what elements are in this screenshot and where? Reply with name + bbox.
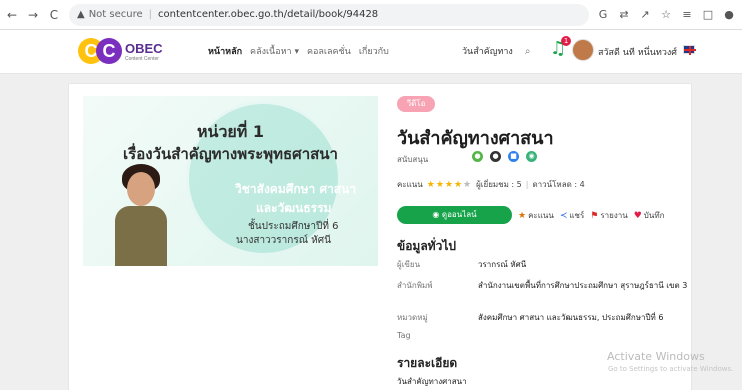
logo-text: OBEC bbox=[125, 40, 163, 56]
author-value: วรากรณ์ หัศนี bbox=[478, 260, 527, 269]
site-header: CC OBEC Content Center หน้าหลัก คลังเนื้… bbox=[0, 30, 742, 74]
type-badge: วีดีโอ bbox=[397, 96, 435, 112]
description-text: วันสำคัญทางศาสนา bbox=[397, 377, 467, 386]
profile-icon[interactable]: ● bbox=[722, 8, 736, 21]
address-bar[interactable]: ▲ Not secure | contentcenter.obec.go.th/… bbox=[69, 3, 589, 26]
cover-level: ชั้นประถมศึกษาปีที่ 6 bbox=[248, 221, 339, 232]
windows-icon: ■ bbox=[508, 151, 519, 162]
back-icon[interactable]: ← bbox=[3, 8, 21, 22]
web-icon: ◉ bbox=[526, 151, 537, 162]
nav-collections[interactable]: คอลเลคชั่น bbox=[307, 44, 351, 58]
share-button[interactable]: ≺ แชร์ bbox=[560, 209, 584, 222]
general-info-title: ข้อมูลทั่วไป bbox=[397, 239, 456, 253]
share-icon: ≺ bbox=[559, 210, 568, 221]
logo-subtext: Content Center bbox=[125, 55, 159, 62]
watch-online-label: ดูออนไลน์ bbox=[441, 210, 477, 219]
publisher-label: สำนักพิมพ์ bbox=[397, 281, 433, 290]
tab-search-icon[interactable]: □ bbox=[701, 8, 715, 21]
rating-label: คะแนน bbox=[397, 180, 423, 189]
cover-image: หน่วยที่ 1 เรื่องวันสำคัญทางพระพุทธศาสนา… bbox=[83, 96, 378, 266]
activate-windows-subtitle: Go to Settings to activate Windows. bbox=[608, 365, 734, 373]
action-bar: ◉ ดูออนไลน์ ★ คะแนน ≺ แชร์ ⚑ รายงาน ♥ บันทึก bbox=[397, 206, 664, 224]
tag-label: Tag bbox=[397, 331, 411, 340]
search-input[interactable]: วันสำคัญทาง bbox=[462, 44, 513, 58]
security-label: Not secure bbox=[88, 9, 143, 20]
cover-subject: วิชาสังคมศึกษา ศาสนา bbox=[235, 182, 357, 196]
rate-button[interactable]: ★ คะแนน bbox=[518, 209, 554, 222]
downloads-count: ดาวน์โหลด : 4 bbox=[532, 180, 585, 189]
search-icon[interactable]: ⌕ bbox=[525, 46, 531, 57]
flag-icon: ⚑ bbox=[590, 210, 599, 221]
notification-badge: 1 bbox=[561, 36, 572, 46]
category-label: หมวดหมู่ bbox=[397, 313, 428, 322]
bookmark-star-icon[interactable]: ☆ bbox=[659, 8, 673, 21]
cover-subject-2: และวัฒนธรรม bbox=[256, 201, 332, 215]
activate-windows-title: Activate Windows bbox=[607, 350, 705, 363]
report-button[interactable]: ⚑ รายงาน bbox=[590, 209, 627, 222]
forward-icon[interactable]: → bbox=[24, 8, 42, 22]
android-icon: ● bbox=[472, 151, 483, 162]
nav-about[interactable]: เกี่ยวกับ bbox=[359, 44, 389, 58]
warning-icon: ▲ bbox=[77, 9, 85, 20]
bell-icon[interactable]: ♫ 1 bbox=[550, 36, 572, 59]
description-title: รายละเอียด bbox=[397, 356, 458, 370]
heart-icon: ♥ bbox=[633, 210, 642, 221]
rating-row: คะแนน ★★★★★ ผู้เยี่ยมชม : 5 | ดาวน์โหลด … bbox=[397, 179, 585, 190]
star-icon: ★ bbox=[518, 210, 527, 221]
url-text: contentcenter.obec.go.th/detail/book/944… bbox=[158, 9, 379, 20]
nav-home[interactable]: หน้าหลัก bbox=[208, 44, 242, 58]
teacher-photo bbox=[106, 164, 176, 266]
publisher-value: สำนักงานเขตพื้นที่การศึกษาประถมศึกษา สุร… bbox=[478, 281, 688, 290]
user-greeting[interactable]: สวัสดี นที หนึ่นทวงศ์ bbox=[598, 45, 677, 59]
browser-toolbar: ← → C ▲ Not secure | contentcenter.obec.… bbox=[0, 0, 742, 30]
category-value: สังคมศึกษา ศาสนา และวัฒนธรรม, ประถมศึกษา… bbox=[478, 313, 664, 322]
cover-teacher: นางสาววรากรณ์ หัศนี bbox=[236, 235, 331, 246]
apple-icon: ● bbox=[490, 151, 501, 162]
cover-title-2: เรื่องวันสำคัญทางพระพุทธศาสนา bbox=[123, 145, 338, 163]
main-nav: หน้าหลัก คลังเนื้อหา ▾ คอลเลคชั่น เกี่ยว… bbox=[208, 44, 389, 58]
views-count: ผู้เยี่ยมชม : 5 bbox=[476, 180, 522, 189]
author-label: ผู้เขียน bbox=[397, 260, 421, 269]
uk-flag-icon[interactable] bbox=[683, 45, 696, 55]
platform-icons: ● ● ■ ◉ bbox=[472, 151, 537, 162]
reading-list-icon[interactable]: ≡ bbox=[680, 8, 694, 21]
browser-actions: G ⇄ ↗ ☆ ≡ □ ● bbox=[596, 8, 736, 21]
avatar[interactable] bbox=[572, 39, 594, 61]
translate-icon[interactable]: ⇄ bbox=[617, 8, 631, 21]
google-icon[interactable]: G bbox=[596, 8, 610, 21]
rating-stars: ★★★★★ bbox=[426, 179, 473, 190]
search-box[interactable]: วันสำคัญทาง ⌕ bbox=[462, 41, 552, 61]
watch-online-button[interactable]: ◉ ดูออนไลน์ bbox=[397, 206, 512, 224]
address-separator: | bbox=[148, 9, 153, 20]
support-label: สนับสนุน bbox=[397, 155, 429, 164]
obec-logo[interactable]: CC OBEC Content Center bbox=[78, 36, 163, 66]
reload-icon[interactable]: C bbox=[45, 8, 63, 22]
save-button[interactable]: ♥ บันทึก bbox=[634, 209, 665, 222]
page-title: วันสำคัญทางศาสนา bbox=[397, 128, 554, 149]
nav-content-library[interactable]: คลังเนื้อหา ▾ bbox=[250, 44, 299, 58]
share-icon[interactable]: ↗ bbox=[638, 8, 652, 21]
logo-mark-icon: CC bbox=[78, 36, 122, 66]
